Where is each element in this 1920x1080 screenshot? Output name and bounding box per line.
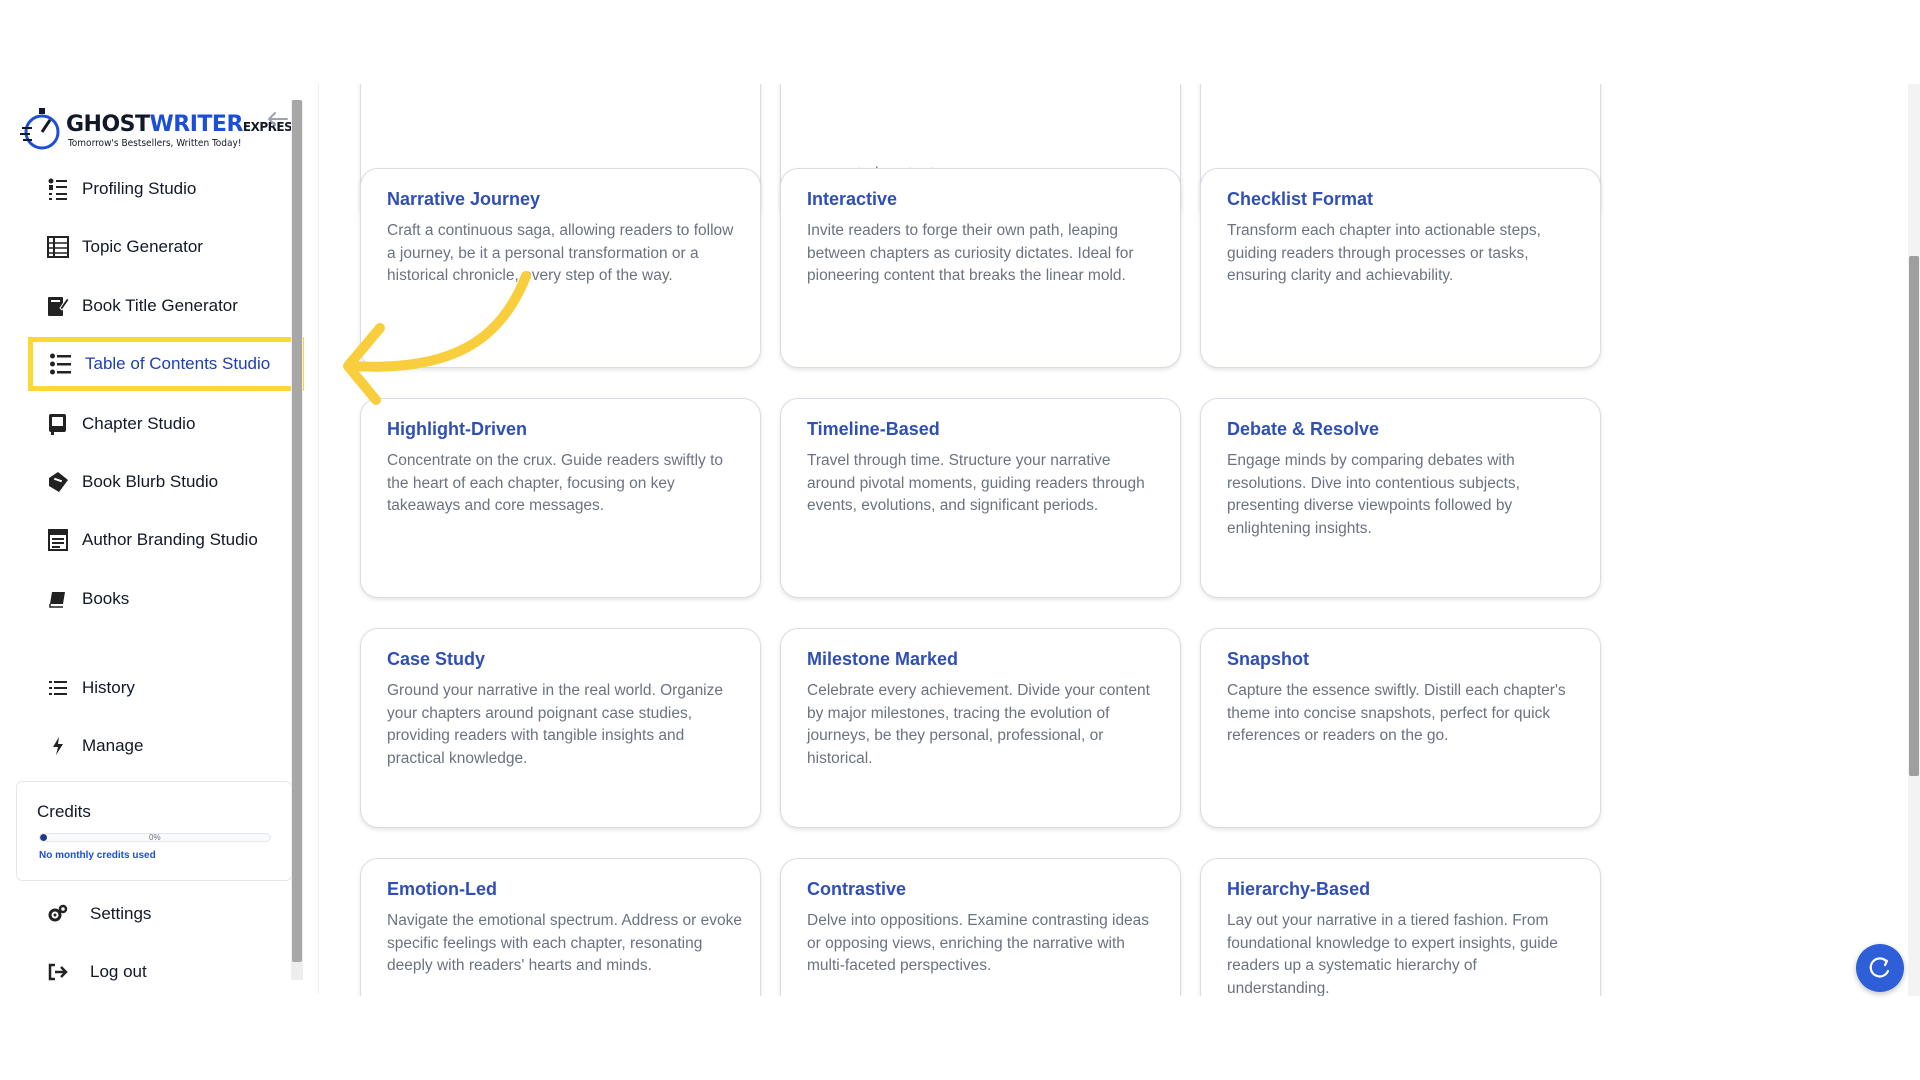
sidebar-item-label: Books <box>82 589 130 608</box>
card-title: Milestone Marked <box>807 649 959 669</box>
profile-list-icon <box>44 175 72 203</box>
brand-name-prefix: GHOST <box>66 112 150 137</box>
credits-progress-fill <box>40 834 47 841</box>
gears-icon <box>44 900 72 928</box>
sidebar-item-profiling-studio[interactable]: Profiling Studio <box>30 167 280 211</box>
sidebar-item-label: Book Title Generator <box>82 296 238 315</box>
sidebar-item-author-branding-studio[interactable]: Author Branding Studio <box>30 518 280 562</box>
branding-page-icon <box>44 526 72 554</box>
blurb-tag-icon <box>44 468 72 496</box>
format-card-interactive[interactable]: Interactive Invite readers to forge thei… <box>780 168 1181 368</box>
history-list-icon <box>44 674 72 702</box>
format-card-checklist-format[interactable]: Checklist Format Transform each chapter … <box>1200 168 1601 368</box>
format-card-snapshot[interactable]: Snapshot Capture the essence swiftly. Di… <box>1200 628 1601 828</box>
collapse-sidebar-button[interactable] <box>262 104 292 134</box>
card-title: Highlight-Driven <box>387 419 527 439</box>
credits-card: Credits 0% No monthly credits used <box>16 781 292 881</box>
chat-support-button[interactable] <box>1856 944 1904 992</box>
card-title: Interactive <box>807 189 898 209</box>
brand-tagline: Tomorrow's Bestsellers, Written Today! <box>68 138 242 149</box>
sidebar-divider <box>318 84 319 994</box>
sidebar-item-label: Log out <box>90 962 147 981</box>
card-description: Lay out your narrative in a tiered fashi… <box>1227 912 1558 996</box>
card-description: Concentrate on the crux. Guide readers s… <box>387 452 723 514</box>
format-card-contrastive[interactable]: Contrastive Delve into oppositions. Exam… <box>780 858 1181 996</box>
format-card-timeline-based[interactable]: Timeline-Based Travel through time. Stru… <box>780 398 1181 598</box>
sidebar-item-books[interactable]: Books <box>30 577 280 621</box>
format-card-case-study[interactable]: Case Study Ground your narrative in the … <box>360 628 761 828</box>
card-description: Travel through time. Structure your narr… <box>807 452 1145 514</box>
format-card-hierarchy-based[interactable]: Hierarchy-Based Lay out your narrative i… <box>1200 858 1601 996</box>
lightning-icon <box>44 732 72 760</box>
toc-format-grid: connected content. Narrative Journey Cra… <box>340 84 1640 996</box>
sidebar-item-label: Manage <box>82 736 144 755</box>
format-card-emotion-led[interactable]: Emotion-Led Navigate the emotional spect… <box>360 858 761 996</box>
sidebar-scrollbar[interactable] <box>291 100 303 980</box>
sidebar-item-label: Book Blurb Studio <box>82 472 219 491</box>
credits-title: Credits <box>37 802 91 821</box>
format-card-debate-resolve[interactable]: Debate & Resolve Engage minds by compari… <box>1200 398 1601 598</box>
sidebar-item-chapter-studio[interactable]: Chapter Studio <box>30 402 280 446</box>
card-description: Delve into oppositions. Examine contrast… <box>807 912 1150 974</box>
sidebar-item-book-title-generator[interactable]: Book Title Generator <box>30 284 280 328</box>
brand-name-highlight: WRITER <box>149 112 244 137</box>
sidebar-item-label: Settings <box>90 904 152 923</box>
card-description: Invite readers to forge their own path, … <box>807 222 1134 284</box>
card-description: Transform each chapter into actionable s… <box>1227 222 1541 284</box>
format-card-milestone-marked[interactable]: Milestone Marked Celebrate every achieve… <box>780 628 1181 828</box>
card-description: Craft a continuous saga, allowing reader… <box>387 222 734 284</box>
brand-logo[interactable]: GHOSTWRITEREXPRESS Tomorrow's Bestseller… <box>20 102 300 152</box>
card-description: Capture the essence swiftly. Distill eac… <box>1227 682 1566 744</box>
credits-note: No monthly credits used <box>39 850 156 861</box>
logout-icon <box>44 958 72 986</box>
main-scrollbar[interactable] <box>1908 84 1920 996</box>
sidebar-item-label: Chapter Studio <box>82 414 196 433</box>
card-description: Ground your narrative in the real world.… <box>387 682 723 767</box>
sidebar-item-label: Topic Generator <box>82 237 203 256</box>
sidebar-scrollbar-thumb[interactable] <box>292 100 302 962</box>
format-card-narrative-journey[interactable]: Narrative Journey Craft a continuous sag… <box>360 168 761 368</box>
sidebar-item-label: Author Branding Studio <box>82 530 258 549</box>
card-description: Navigate the emotional spectrum. Address… <box>387 912 742 974</box>
card-title: Narrative Journey <box>387 189 541 209</box>
card-title: Hierarchy-Based <box>1227 879 1371 899</box>
card-description: Engage minds by comparing debates with r… <box>1227 452 1520 537</box>
sidebar-item-manage[interactable]: Manage <box>30 724 280 768</box>
sidebar-item-table-of-contents-studio[interactable]: Table of Contents Studio <box>28 337 304 391</box>
format-card-highlight-driven[interactable]: Highlight-Driven Concentrate on the crux… <box>360 398 761 598</box>
sidebar-item-label: History <box>82 678 135 697</box>
sidebar-item-book-blurb-studio[interactable]: Book Blurb Studio <box>30 460 280 504</box>
topic-grid-icon <box>44 233 72 261</box>
sidebar-item-log-out[interactable]: Log out <box>30 950 280 994</box>
refresh-chat-icon <box>1869 957 1890 978</box>
sidebar-item-label: Profiling Studio <box>82 179 197 198</box>
credits-percent: 0% <box>149 833 161 842</box>
sidebar-item-history[interactable]: History <box>30 666 280 710</box>
card-title: Snapshot <box>1227 649 1310 669</box>
stopwatch-logo-icon <box>20 108 60 150</box>
card-title: Contrastive <box>807 879 907 899</box>
card-title: Case Study <box>387 649 486 669</box>
sidebar-item-label: Table of Contents Studio <box>85 354 271 373</box>
card-description: Celebrate every achievement. Divide your… <box>807 682 1150 767</box>
sidebar: GHOSTWRITEREXPRESS Tomorrow's Bestseller… <box>14 84 304 990</box>
card-title: Debate & Resolve <box>1227 419 1380 439</box>
card-title: Checklist Format <box>1227 189 1374 209</box>
sidebar-item-settings[interactable]: Settings <box>30 892 280 936</box>
app-frame: GHOSTWRITEREXPRESS Tomorrow's Bestseller… <box>0 0 1920 1080</box>
toc-list-icon <box>47 350 75 378</box>
arrow-left-icon <box>268 112 288 126</box>
main-scrollbar-thumb[interactable] <box>1909 256 1919 776</box>
sidebar-item-topic-generator[interactable]: Topic Generator <box>30 225 280 269</box>
chapter-book-icon <box>44 410 72 438</box>
card-title: Emotion-Led <box>387 879 497 899</box>
card-title: Timeline-Based <box>807 419 940 439</box>
book-pen-icon <box>44 292 72 320</box>
books-icon <box>44 585 72 613</box>
